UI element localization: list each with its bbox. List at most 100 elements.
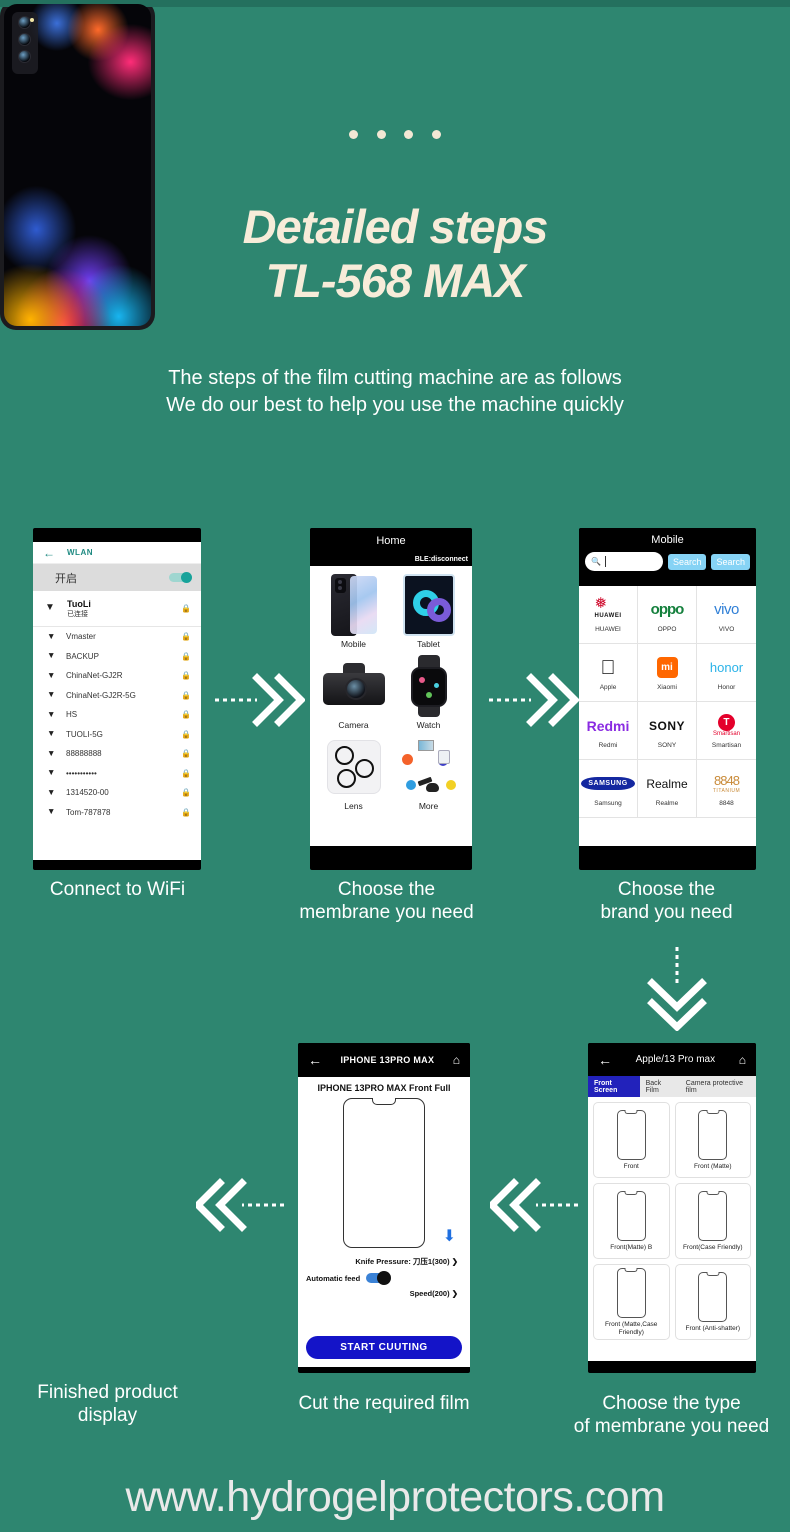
8848-subtext: TITANIUM: [712, 788, 741, 794]
lock-icon: 🔒: [181, 632, 191, 642]
search-button-2[interactable]: Search: [711, 553, 750, 570]
tab-camera-protective-film[interactable]: Camera protective film: [680, 1076, 756, 1097]
wifi-signal-icon: [47, 748, 57, 759]
membrane-type-item[interactable]: Front(Case Friendly): [674, 1183, 751, 1259]
membrane-type-item[interactable]: Front (Anti-shatter): [674, 1264, 751, 1340]
category-item-mobile[interactable]: Mobile: [318, 572, 389, 649]
brand-item-samsung[interactable]: SAMSUNG Samsung: [579, 760, 638, 818]
speed-label: Speed(200): [409, 1289, 450, 1298]
back-arrow-icon[interactable]: ←: [598, 1052, 612, 1068]
wlan-toggle-switch[interactable]: [169, 572, 192, 583]
back-arrow-icon[interactable]: ←: [308, 1052, 322, 1068]
search-icon: 🔍: [591, 557, 601, 566]
brand-label: Smartisan: [711, 741, 742, 749]
membrane-type-item[interactable]: Front (Matte,Case Friendly): [593, 1264, 670, 1340]
ble-status-badge: BLE:disconnect: [414, 556, 468, 563]
arrow-wifi-to-home: [215, 673, 305, 727]
mi-wordmark: mi: [656, 657, 678, 678]
brand-item-xiaomi[interactable]: mi Xiaomi: [638, 644, 697, 702]
list-item[interactable]: Vmaster 🔒: [33, 627, 201, 647]
lock-icon: 🔒: [181, 671, 191, 681]
brand-label: Realme: [655, 799, 679, 807]
list-item[interactable]: BACKUP 🔒: [33, 647, 201, 667]
wifi-signal-icon: [47, 650, 57, 661]
category-item-tablet[interactable]: Tablet: [393, 572, 464, 649]
brand-item-8848[interactable]: 8848 TITANIUM 8848: [697, 760, 756, 818]
lock-icon: 🔒: [181, 710, 191, 720]
automatic-feed-row[interactable]: Automatic feed: [306, 1271, 462, 1285]
chevron-right-icon: ❯: [451, 1289, 458, 1298]
list-item[interactable]: TUOLI-5G 🔒: [33, 725, 201, 745]
wifi-signal-icon: [47, 806, 57, 817]
brand-item-sony[interactable]: SONY SONY: [638, 702, 697, 760]
brand-label: OPPO: [657, 625, 677, 633]
caption-line-1: Choose the type: [602, 1393, 741, 1414]
brand-header: Mobile 🔍 Search Search: [579, 528, 756, 586]
brand-label: SONY: [657, 741, 677, 749]
search-input[interactable]: 🔍: [585, 552, 663, 571]
network-name: TUOLI-5G: [66, 729, 103, 739]
category-item-camera[interactable]: Camera: [318, 653, 389, 730]
category-item-watch[interactable]: Watch: [393, 653, 464, 730]
category-item-more[interactable]: More: [393, 734, 464, 811]
membrane-type-item[interactable]: Front: [593, 1102, 670, 1178]
tab-back-film[interactable]: Back Film: [640, 1076, 680, 1097]
more-art: [393, 734, 464, 800]
back-arrow-icon[interactable]: ←: [43, 546, 55, 560]
list-item[interactable]: Tom-787878 🔒: [33, 803, 201, 823]
smartisan-logo-icon: T Smartisan: [713, 713, 740, 739]
brand-item-vivo[interactable]: vivo VIVO: [697, 586, 756, 644]
brand-item-redmi[interactable]: Redmi Redmi: [579, 702, 638, 760]
speed-row[interactable]: Speed(200) ❯: [306, 1289, 462, 1298]
membrane-type-item[interactable]: Front (Matte): [674, 1102, 751, 1178]
brand-item-honor[interactable]: honor Honor: [697, 644, 756, 702]
brand-item-realme[interactable]: Realme Realme: [638, 760, 697, 818]
film-title: IPHONE 13PRO MAX Front Full: [317, 1083, 451, 1093]
page-subtitle: The steps of the film cutting machine ar…: [0, 365, 790, 419]
apple-logo-icon: : [601, 655, 616, 681]
list-item[interactable]: ChinaNet-GJ2R-5G 🔒: [33, 686, 201, 706]
membrane-tabs: Front Screen Back Film Camera protective…: [588, 1076, 756, 1097]
wlan-toggle-row[interactable]: 开启: [33, 564, 201, 591]
arrow-cutting-to-finished: [196, 1178, 284, 1232]
wifi-signal-icon: [47, 709, 57, 720]
download-icon[interactable]: ⬇: [443, 1226, 456, 1246]
home-icon[interactable]: ⌂: [739, 1053, 746, 1067]
caption-line-1: Connect to WiFi: [49, 879, 186, 900]
category-item-lens[interactable]: Lens: [318, 734, 389, 811]
honor-wordmark: honor: [709, 660, 744, 675]
8848-wordmark: 8848: [714, 773, 740, 788]
category-label: Watch: [416, 720, 441, 730]
network-list: Vmaster 🔒 BACKUP 🔒 ChinaNet-GJ2R 🔒 ChinaNet…: [33, 627, 201, 822]
connected-network-row[interactable]: TuoLi 已连接 🔒: [33, 591, 201, 627]
phone-outline-icon: [616, 1190, 646, 1241]
lock-icon: 🔒: [181, 768, 191, 778]
brand-item-huawei[interactable]: ❅ HUAWEI HUAWEI: [579, 586, 638, 644]
list-item[interactable]: HS 🔒: [33, 705, 201, 725]
list-item[interactable]: ChinaNet-GJ2R 🔒: [33, 666, 201, 686]
brand-item-oppo[interactable]: oppo OPPO: [638, 586, 697, 644]
dot-4: [431, 130, 441, 140]
start-cutting-button[interactable]: START CUUTING: [306, 1336, 462, 1359]
cutting-title: IPHONE 13PRO MAX: [340, 1055, 435, 1065]
tab-front-screen[interactable]: Front Screen: [588, 1076, 640, 1097]
wifi-screen: ← WLAN 开启 TuoLi 已连接 🔒 Vmaster 🔒 BACKUP 🔒 C…: [33, 542, 201, 860]
membrane-title: Apple/13 Pro max: [635, 1054, 716, 1065]
brand-item-apple[interactable]:  Apple: [579, 644, 638, 702]
brand-item-smartisan[interactable]: T Smartisan Smartisan: [697, 702, 756, 760]
wlan-title: WLAN: [67, 548, 93, 557]
membrane-type-item[interactable]: Front(Matte) B: [593, 1183, 670, 1259]
search-button-1[interactable]: Search: [667, 553, 707, 570]
wifi-signal-icon: [47, 728, 57, 739]
dot-3: [404, 130, 414, 140]
list-item[interactable]: ••••••••••• 🔒: [33, 764, 201, 784]
knife-pressure-row[interactable]: Knife Pressure: 刀压1(300) ❯: [306, 1256, 462, 1267]
list-item[interactable]: 88888888 🔒: [33, 744, 201, 764]
home-icon[interactable]: ⌂: [453, 1053, 460, 1067]
automatic-feed-toggle[interactable]: [366, 1271, 392, 1285]
smartisan-wordmark: Smartisan: [712, 731, 740, 737]
wlan-header: ← WLAN: [33, 542, 201, 564]
huawei-logo-icon: ❅ HUAWEI: [595, 596, 622, 623]
redmi-logo-icon: Redmi: [587, 713, 630, 739]
list-item[interactable]: 1314520-00 🔒: [33, 783, 201, 803]
